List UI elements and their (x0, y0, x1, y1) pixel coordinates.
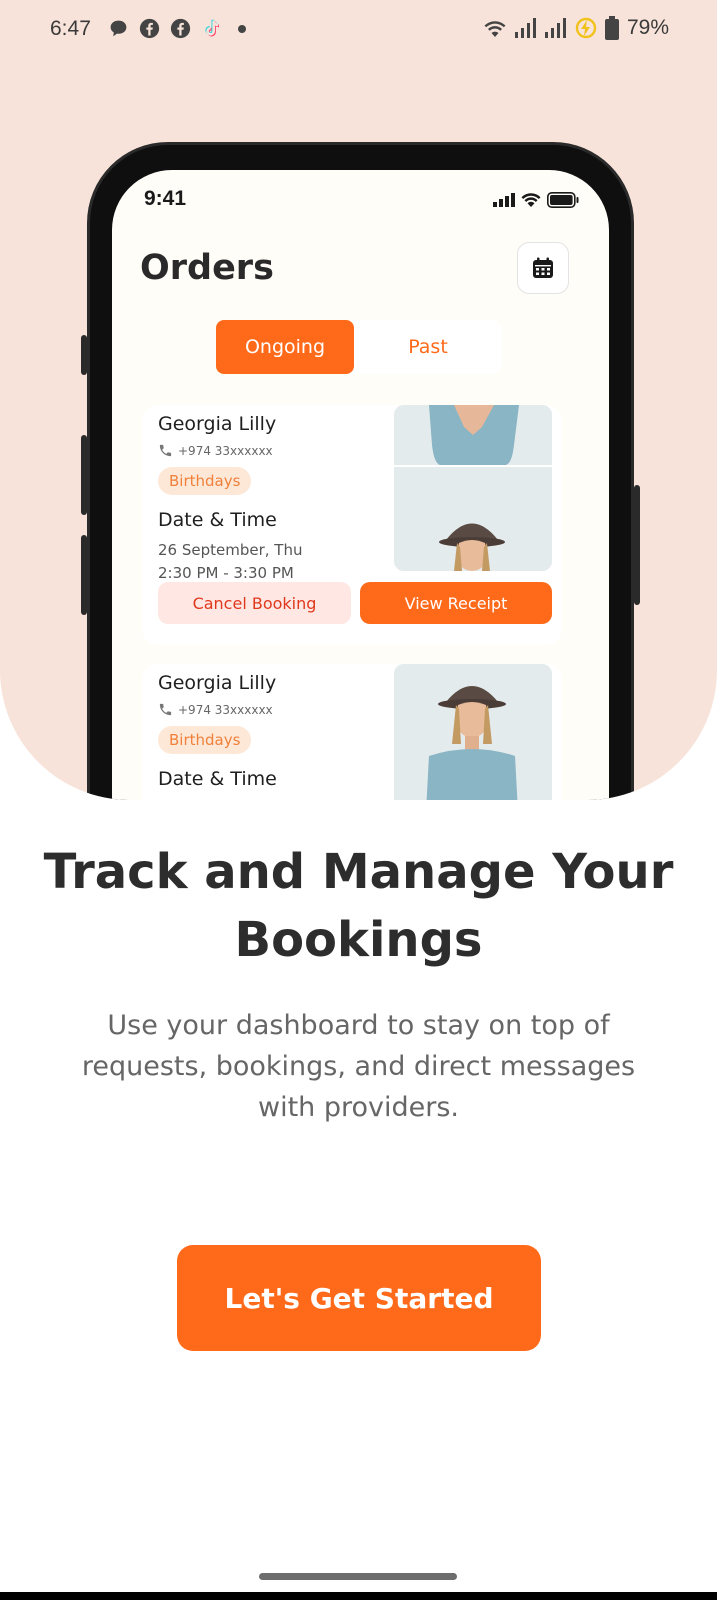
booking-date: 26 September, Thu (158, 541, 303, 559)
category-badge: Birthdays (158, 726, 252, 754)
booking-time: 2:30 PM - 3:30 PM (158, 564, 294, 582)
battery-percent: 79% (626, 16, 669, 39)
battery-icon (547, 192, 579, 208)
customer-phone-text: +974 33xxxxxx (178, 443, 273, 458)
calendar-icon (533, 257, 553, 278)
orders-tab-bar: Ongoing Past (216, 320, 502, 374)
facebook-icon (139, 18, 160, 39)
tiktok-icon (205, 19, 219, 37)
order-card: Georgia Lilly +974 33xxxxxx Birthdays Da… (142, 664, 562, 800)
cancel-booking-button[interactable]: Cancel Booking (158, 582, 351, 624)
charging-icon (575, 17, 597, 39)
phone-icon (159, 444, 172, 457)
signal-icon (493, 193, 515, 207)
customer-name: Georgia Lilly (158, 672, 277, 694)
tab-past[interactable]: Past (354, 320, 502, 374)
date-time-label: Date & Time (158, 768, 277, 790)
tab-ongoing[interactable]: Ongoing (216, 320, 354, 374)
wifi-icon (521, 193, 541, 207)
customer-name: Georgia Lilly (158, 413, 277, 435)
status-time: 6:47 (50, 17, 91, 40)
get-started-button[interactable]: Let's Get Started (177, 1245, 541, 1351)
phone-mockup: 9:41 Orders Ongoing Past Georgia Lilly +… (81, 145, 640, 800)
orders-title: Orders (140, 248, 274, 288)
home-indicator[interactable] (259, 1573, 457, 1580)
system-icons: 79% (483, 16, 669, 40)
phone-screen: 9:41 Orders Ongoing Past Georgia Lilly +… (112, 170, 609, 800)
view-receipt-button[interactable]: View Receipt (360, 582, 552, 624)
mockup-status-time: 9:41 (144, 187, 187, 210)
more-notifications-dot (238, 24, 246, 33)
phone-side-button (634, 485, 640, 605)
provider-photo (394, 664, 552, 800)
category-badge: Birthdays (158, 467, 252, 495)
phone-icon (159, 703, 172, 716)
phone-side-button (81, 335, 87, 375)
signal-icon (544, 18, 566, 38)
provider-photo (394, 405, 552, 571)
facebook-icon (170, 18, 191, 39)
bottom-edge (0, 1592, 717, 1600)
onboarding-description: Use your dashboard to stay on top of req… (81, 1010, 636, 1123)
onboarding-headline: Track and Manage Your Bookings (43, 844, 674, 968)
mockup-status-icons (493, 192, 579, 208)
phone-side-button (81, 535, 87, 615)
battery-icon (604, 16, 619, 40)
notification-icons (108, 18, 246, 39)
signal-icon (514, 18, 536, 38)
calendar-button[interactable] (517, 242, 569, 294)
person-photo-icon (394, 664, 552, 800)
chat-bubble-icon (110, 20, 127, 37)
customer-phone: +974 33xxxxxx (158, 702, 273, 717)
customer-phone-text: +974 33xxxxxx (178, 702, 273, 717)
customer-phone: +974 33xxxxxx (158, 443, 273, 458)
hero-background: 9:41 Orders Ongoing Past Georgia Lilly +… (0, 0, 717, 800)
order-card: Georgia Lilly +974 33xxxxxx Birthdays Da… (142, 405, 562, 645)
status-bar: 6:47 79% (0, 0, 717, 60)
phone-side-button (81, 435, 87, 515)
date-time-label: Date & Time (158, 509, 277, 531)
wifi-icon (484, 21, 506, 37)
person-photo-icon (394, 405, 552, 571)
